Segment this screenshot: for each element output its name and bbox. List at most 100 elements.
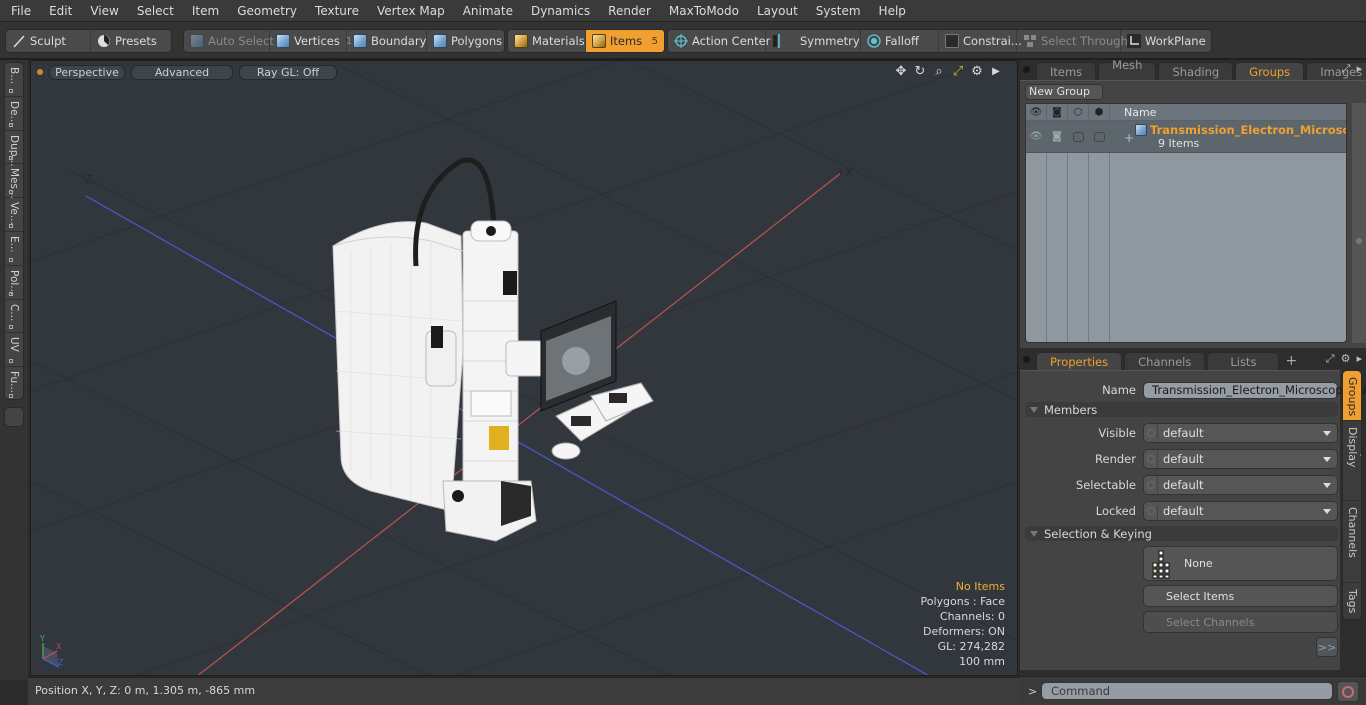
visibility-eye-icon[interactable]: 👁 (1026, 104, 1047, 120)
tab-shading[interactable]: Shading (1158, 62, 1234, 80)
row-render-toggle[interactable]: ◙ (1047, 121, 1068, 152)
tab-properties[interactable]: Properties (1036, 352, 1123, 370)
menu-select[interactable]: Select (126, 0, 181, 22)
menu-view[interactable]: View (79, 0, 125, 22)
row-visibility-toggle[interactable]: 👁 (1026, 121, 1047, 152)
tab-channels[interactable]: Channels (1124, 352, 1206, 370)
menu-geometry[interactable]: Geometry (226, 0, 304, 22)
materials-button[interactable]: Materials (508, 30, 586, 52)
zoom-icon[interactable]: ⌕ (932, 64, 946, 79)
menu-system[interactable]: System (805, 0, 868, 22)
visible-dropdown[interactable]: default (1143, 423, 1338, 443)
action-center-button[interactable]: Action Center (668, 30, 770, 52)
locked-dropdown[interactable]: default (1143, 501, 1338, 521)
auto-select-button[interactable]: Auto Select (184, 30, 274, 52)
left-tab-edge[interactable]: E... (5, 232, 23, 266)
properties-gear-icon[interactable]: ⚙ (1341, 352, 1351, 366)
locked-radio[interactable] (1144, 502, 1158, 520)
left-tab-uv[interactable]: UV (5, 333, 23, 368)
menu-file[interactable]: File (0, 0, 38, 22)
left-tab-curve[interactable]: C... (5, 300, 23, 334)
menu-texture[interactable]: Texture (304, 0, 366, 22)
expand-plus-icon[interactable]: + (1124, 131, 1134, 145)
polygons-button[interactable]: Polygons (427, 30, 504, 52)
members-section[interactable]: Members (1025, 402, 1338, 417)
items-button[interactable]: Items 5 (586, 30, 664, 52)
lock-icon[interactable]: ⬡ (1068, 104, 1089, 120)
menu-maxtomodo[interactable]: MaxToModo (658, 0, 746, 22)
selectable-dropdown[interactable]: default (1143, 475, 1338, 495)
left-tab-mesh[interactable]: Mes... (5, 164, 23, 199)
menu-item[interactable]: Item (181, 0, 226, 22)
symmetry-button[interactable]: Symmetry (766, 30, 861, 52)
row-lock-toggle[interactable] (1068, 121, 1089, 152)
selection-keying-section[interactable]: Selection & Keying (1025, 526, 1338, 541)
menu-layout[interactable]: Layout (746, 0, 805, 22)
tab-items[interactable]: Items (1036, 62, 1097, 80)
constraints-button[interactable]: Constrai... (939, 30, 1022, 52)
selectable-radio[interactable] (1144, 476, 1158, 494)
left-tab-basic[interactable]: B... (5, 63, 23, 97)
select-through-button[interactable]: Select Through (1017, 30, 1128, 52)
rotate-icon[interactable]: ↻ (913, 64, 927, 79)
vertices-button[interactable]: Vertices 1 (270, 30, 352, 52)
left-tab-duplicate[interactable]: Dup... (5, 131, 23, 166)
side-tab-group-display[interactable]: Group Display (1343, 421, 1361, 501)
side-tab-user-channels[interactable]: User Channels (1343, 501, 1361, 583)
row-select-toggle[interactable] (1089, 121, 1110, 152)
workplane-button[interactable]: WorkPlane (1121, 30, 1211, 52)
left-tab-polygon[interactable]: Pol... (5, 266, 23, 300)
tab-groups[interactable]: Groups (1235, 62, 1305, 80)
side-tab-tags[interactable]: Tags (1343, 583, 1361, 619)
menu-animate[interactable]: Animate (452, 0, 520, 22)
render-radio[interactable] (1144, 450, 1158, 468)
record-macro-button[interactable] (1337, 681, 1359, 702)
panel-arrow-icon[interactable]: ▸ (1356, 62, 1362, 76)
left-tab-deform[interactable]: De... (5, 97, 23, 131)
left-extra-tab[interactable] (4, 407, 24, 427)
name-field[interactable]: Transmission_Electron_Microscope_Wi (1143, 381, 1366, 399)
side-tab-groups[interactable]: Groups (1343, 371, 1361, 421)
viewport-indicator-dot[interactable] (37, 69, 43, 75)
play-arrow-icon[interactable]: ▶ (989, 64, 1003, 78)
add-properties-tab-icon[interactable]: + (1285, 352, 1297, 370)
panel-menu-dot[interactable] (1023, 66, 1030, 73)
boundary-button[interactable]: Boundary (347, 30, 427, 52)
select-cube-icon[interactable]: ⬢ (1089, 104, 1110, 120)
gear-icon[interactable]: ⚙ (970, 64, 984, 79)
select-channels-button[interactable]: Select Channels (1143, 611, 1338, 633)
3d-viewport[interactable]: -Z +X Y X Z Perspective Advanced Ray GL:… (30, 60, 1018, 676)
expand-properties-icon[interactable]: ⤢ (1326, 352, 1335, 366)
group-row[interactable]: 👁 ◙ + Transmission_Electron_Microsc ... … (1026, 121, 1346, 153)
visible-radio[interactable] (1144, 424, 1158, 442)
presets-button[interactable]: Presets (91, 30, 171, 52)
render-dropdown[interactable]: default (1143, 449, 1338, 469)
new-group-button[interactable]: New Group (1025, 84, 1103, 100)
name-column-header[interactable]: Name (1110, 106, 1156, 119)
maximize-icon[interactable]: ⤢ (951, 64, 965, 79)
raygl-button[interactable]: Ray GL: Off (239, 64, 337, 80)
view-mode-button[interactable]: Perspective (49, 64, 125, 80)
left-tab-fusion[interactable]: Fu... (5, 367, 23, 401)
menu-render[interactable]: Render (597, 0, 658, 22)
menu-vertex-map[interactable]: Vertex Map (366, 0, 452, 22)
groups-scrollbar[interactable] (1352, 103, 1366, 343)
left-tab-vertex[interactable]: Ve... (5, 198, 23, 232)
properties-arrow-icon[interactable]: ▸ (1356, 352, 1362, 366)
select-items-button[interactable]: Select Items (1143, 585, 1338, 607)
menu-help[interactable]: Help (868, 0, 913, 22)
sculpt-button[interactable]: Sculpt (6, 30, 91, 52)
hierarchy-mode-button[interactable]: None (1143, 546, 1338, 581)
menu-dynamics[interactable]: Dynamics (520, 0, 597, 22)
more-button[interactable]: >> (1316, 637, 1338, 657)
expand-panel-icon[interactable]: ⤢ (1342, 62, 1351, 76)
render-camera-icon[interactable]: ◙ (1047, 104, 1068, 120)
menu-edit[interactable]: Edit (38, 0, 79, 22)
tab-lists[interactable]: Lists (1207, 352, 1280, 370)
pan-icon[interactable]: ✥ (894, 64, 908, 79)
properties-menu-dot[interactable] (1023, 356, 1030, 363)
tab-mesh[interactable]: Mesh ... (1098, 58, 1157, 86)
shading-mode-button[interactable]: Advanced (131, 64, 233, 80)
command-input[interactable]: Command (1041, 682, 1333, 700)
falloff-button[interactable]: Falloff (861, 30, 939, 52)
